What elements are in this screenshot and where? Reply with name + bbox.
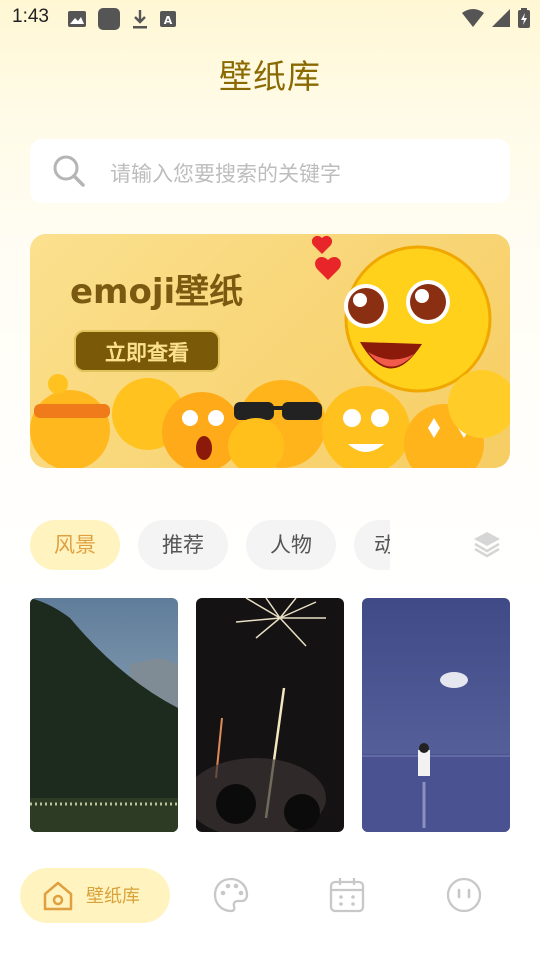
status-time: 1:43 [12, 6, 49, 27]
status-bar: 1:43 A [0, 0, 540, 36]
download-icon [133, 10, 147, 29]
emoji-banner[interactable]: emoji壁纸 立即查看 [30, 234, 510, 468]
svg-text:A: A [164, 14, 173, 27]
wifi-icon [462, 9, 484, 27]
tab-recommended[interactable]: 推荐 [138, 520, 228, 570]
nav-home-label: 壁纸库 [86, 886, 140, 907]
layers-icon[interactable] [472, 530, 502, 560]
search-input[interactable]: 请输入您要搜索的关键字 [110, 158, 341, 188]
palette-icon[interactable] [212, 876, 250, 914]
signal-icon [492, 9, 510, 27]
wallpaper-thumb-fireworks[interactable] [196, 598, 344, 832]
home-icon [43, 881, 73, 911]
fireworks-image [196, 598, 344, 832]
category-tabs: 风景 推荐 人物 动 [30, 520, 390, 570]
font-notification-icon: A [160, 11, 176, 27]
image-notification-icon [68, 11, 86, 27]
mountain-forest-image [30, 598, 178, 832]
view-now-button[interactable]: 立即查看 [74, 330, 220, 372]
sea-figure-image [362, 598, 510, 832]
page-title: 壁纸库 [219, 57, 321, 96]
calendar-icon[interactable] [328, 876, 366, 914]
app-notification-icon [98, 8, 120, 30]
search-icon [53, 155, 85, 187]
smiley-icon[interactable] [445, 876, 483, 914]
wallpaper-thumb-sea[interactable] [362, 598, 510, 832]
search-bar[interactable]: 请输入您要搜索的关键字 [30, 139, 510, 203]
tab-animation[interactable]: 动 [354, 520, 390, 570]
banner-title: emoji壁纸 [70, 272, 244, 312]
tab-scenery[interactable]: 风景 [30, 520, 120, 570]
battery-icon [518, 8, 530, 28]
tab-people[interactable]: 人物 [246, 520, 336, 570]
wallpaper-thumb-mountain[interactable] [30, 598, 178, 832]
nav-home-button[interactable]: 壁纸库 [20, 868, 170, 923]
bottom-navigation: 壁纸库 [0, 832, 540, 960]
